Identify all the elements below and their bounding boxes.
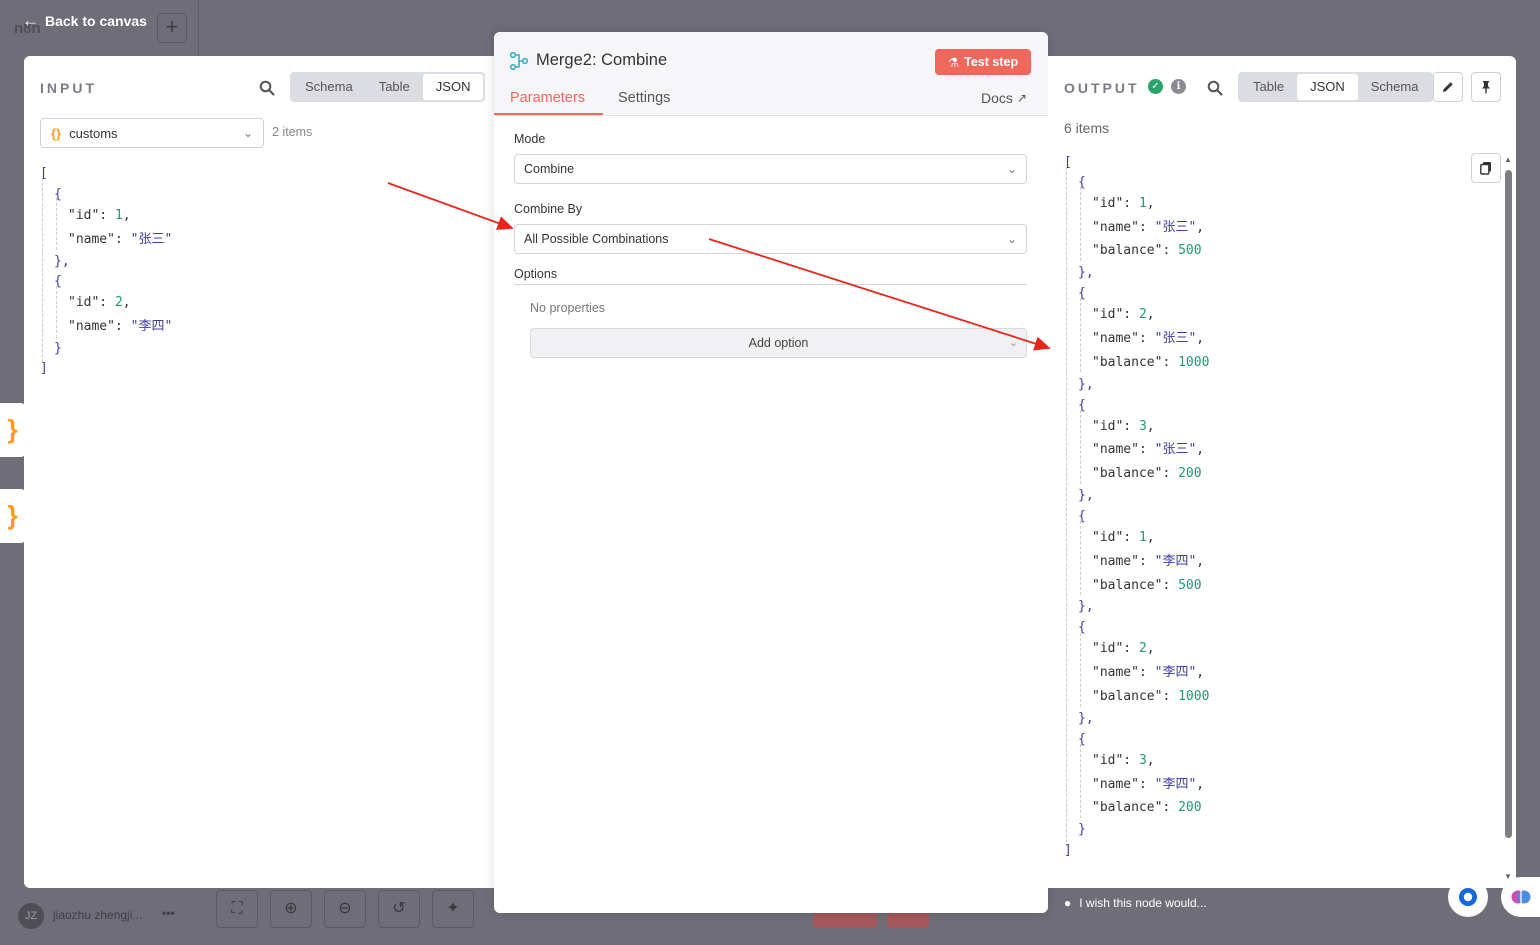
- output-tab-schema[interactable]: Schema: [1358, 74, 1432, 100]
- json-line: "id": 1,: [1092, 196, 1155, 211]
- ai-assistant-button[interactable]: [1501, 877, 1540, 917]
- copy-icon: [1480, 162, 1491, 175]
- flask-icon: ⚗: [947, 55, 960, 70]
- json-line: "balance": 1000: [1092, 689, 1210, 704]
- input-view-switcher: Schema Table JSON: [290, 72, 486, 102]
- add-option-button[interactable]: Add option ⌄: [530, 328, 1027, 358]
- input-title: INPUT: [40, 80, 97, 96]
- input-tab-schema[interactable]: Schema: [292, 74, 366, 100]
- chat-button[interactable]: [1448, 877, 1488, 917]
- input-node-select[interactable]: {} customs ⌄: [40, 118, 264, 148]
- options-label: Options: [514, 267, 558, 281]
- combine-by-label: Combine By: [514, 202, 583, 216]
- search-icon[interactable]: [1207, 80, 1223, 96]
- json-line: "id": 2,: [1092, 307, 1155, 322]
- json-line: "name": "李四",: [1092, 554, 1205, 569]
- back-to-canvas-button[interactable]: ← Back to canvas: [22, 12, 147, 29]
- json-line: "name": "李四",: [1092, 777, 1205, 792]
- zoom-in-icon[interactable]: ⊕: [270, 890, 312, 928]
- input-tab-json[interactable]: JSON: [422, 74, 484, 100]
- output-view-switcher: Table JSON Schema: [1238, 72, 1434, 102]
- json-line: "name": "张三",: [1092, 331, 1205, 346]
- back-to-canvas-label: Back to canvas: [45, 12, 147, 29]
- json-line: "balance": 200: [1092, 800, 1202, 815]
- output-scrollbar[interactable]: [1505, 170, 1512, 838]
- json-line: "name": "张三": [68, 232, 173, 247]
- edit-output-button[interactable]: [1433, 72, 1463, 102]
- test-step-button[interactable]: ⚗ Test step: [935, 49, 1031, 75]
- output-tab-table[interactable]: Table: [1240, 74, 1297, 100]
- scroll-up-icon[interactable]: ▲: [1504, 155, 1512, 164]
- fit-view-icon[interactable]: ⛶: [216, 890, 258, 928]
- reset-zoom-icon[interactable]: ↺: [378, 890, 420, 928]
- json-line: "balance": 1000: [1092, 355, 1210, 370]
- user-name[interactable]: jiaozhu zhengji...: [53, 908, 142, 922]
- input-item-count: 2 items: [272, 125, 313, 139]
- lightbulb-icon: ●: [1064, 896, 1072, 910]
- json-line: "id": 1,: [68, 208, 131, 223]
- mode-select[interactable]: Combine ⌄: [514, 154, 1027, 184]
- zoom-out-icon[interactable]: ⊖: [324, 890, 366, 928]
- json-line: "name": "李四": [68, 319, 173, 334]
- output-panel: OUTPUT Table JSON Schema 6 items [ { "id…: [1048, 56, 1516, 888]
- chevron-down-icon: ⌄: [242, 126, 253, 140]
- pencil-icon: [1443, 82, 1453, 92]
- node-title[interactable]: Merge2: Combine: [536, 51, 667, 70]
- json-node-icon: }: [0, 489, 25, 543]
- feedback-link[interactable]: ● I wish this node would...: [1064, 896, 1207, 910]
- node-settings-panel: Merge2: Combine ⚗ Test step Parameters S…: [494, 32, 1048, 913]
- chevron-down-icon: ⌄: [1006, 162, 1017, 176]
- json-line: "name": "张三",: [1092, 442, 1205, 457]
- json-node-icon: }: [0, 403, 25, 457]
- json-line: "id": 2,: [1092, 641, 1155, 656]
- json-line: "balance": 200: [1092, 466, 1202, 481]
- arrow-left-icon: ←: [22, 11, 39, 30]
- output-tab-json[interactable]: JSON: [1297, 74, 1358, 100]
- json-line: "balance": 500: [1092, 243, 1202, 258]
- json-line: "name": "李四",: [1092, 665, 1205, 680]
- chat-icon: [1459, 888, 1477, 906]
- info-icon[interactable]: i: [1171, 79, 1186, 94]
- success-icon: ✓: [1148, 79, 1163, 94]
- docs-link[interactable]: Docs ↗: [981, 90, 1027, 106]
- output-item-count: 6 items: [1064, 120, 1110, 136]
- chevron-down-icon: ⌄: [1006, 232, 1017, 246]
- pin-icon: [1482, 81, 1490, 94]
- json-line: "name": "张三",: [1092, 220, 1205, 235]
- brain-icon: [1511, 890, 1531, 904]
- mode-label: Mode: [514, 132, 546, 146]
- json-line: "id": 1,: [1092, 530, 1155, 545]
- combine-by-select[interactable]: All Possible Combinations ⌄: [514, 224, 1027, 254]
- input-node-name: customs: [69, 125, 118, 141]
- json-braces-icon: {}: [51, 125, 62, 141]
- tab-underline: [494, 113, 603, 115]
- copy-output-button[interactable]: [1471, 153, 1501, 183]
- external-link-icon: ↗: [1016, 91, 1027, 105]
- json-line: "balance": 500: [1092, 578, 1202, 593]
- tab-parameters[interactable]: Parameters: [510, 90, 585, 106]
- divider: [514, 284, 1027, 285]
- merge-icon: [509, 51, 529, 71]
- input-panel: INPUT Schema Table JSON {} customs ⌄ 2 i…: [24, 56, 494, 888]
- json-line: "id": 3,: [1092, 753, 1155, 768]
- pin-data-button[interactable]: [1471, 72, 1501, 102]
- search-icon[interactable]: [259, 80, 275, 96]
- json-line: "id": 3,: [1092, 419, 1155, 434]
- avatar[interactable]: JZ: [18, 903, 44, 929]
- divider: [198, 0, 199, 56]
- tab-settings[interactable]: Settings: [618, 90, 670, 106]
- more-icon[interactable]: •••: [162, 906, 175, 920]
- input-tab-table[interactable]: Table: [366, 74, 423, 100]
- chevron-down-icon: ⌄: [1008, 337, 1018, 349]
- json-line: "id": 2,: [68, 295, 131, 310]
- tidy-up-icon[interactable]: ✦: [432, 890, 474, 928]
- no-properties-text: No properties: [530, 301, 606, 315]
- output-title: OUTPUT: [1064, 80, 1140, 96]
- add-node-button[interactable]: +: [157, 13, 187, 43]
